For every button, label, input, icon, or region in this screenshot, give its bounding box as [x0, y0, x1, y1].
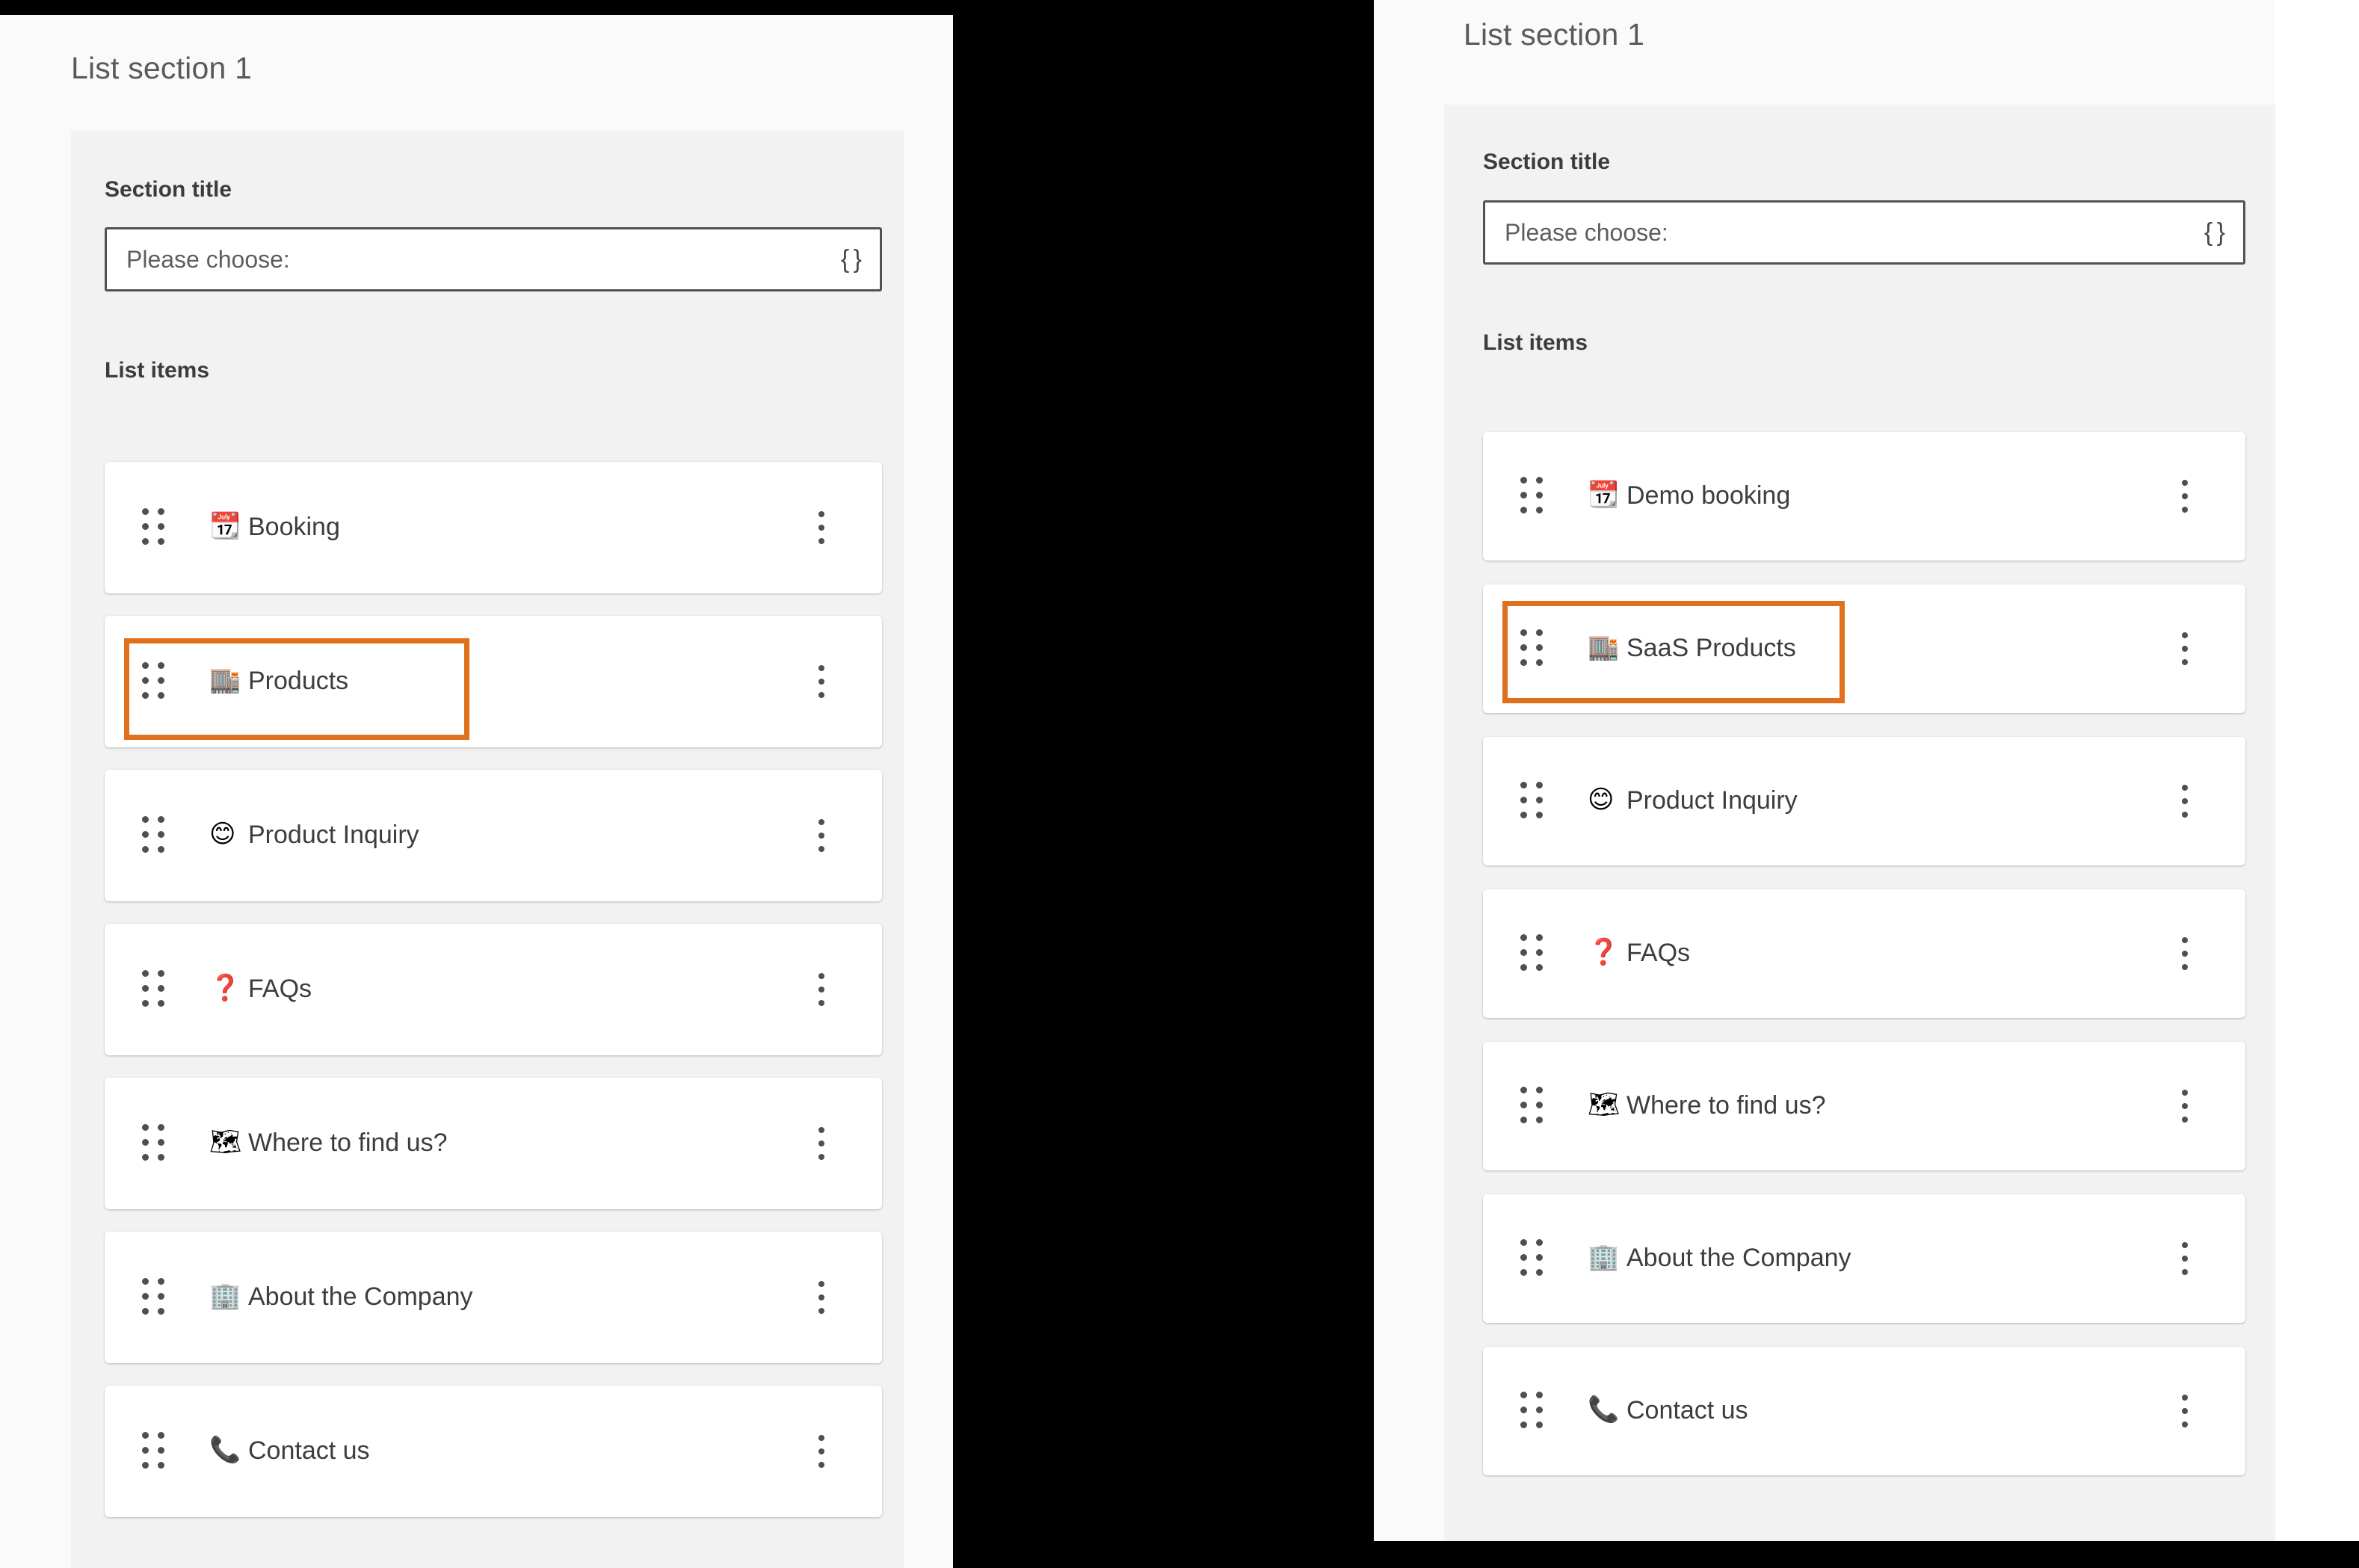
right-panel: List section 1 Section title Please choo… — [1374, 0, 2359, 1541]
more-options-icon[interactable] — [2182, 1395, 2188, 1427]
page-title: List section 1 — [1464, 17, 1645, 52]
list-item-label: Product Inquiry — [248, 821, 419, 849]
list-items-label: List items — [105, 358, 210, 383]
section-title-select[interactable]: Please choose: { } — [1483, 200, 2245, 265]
list-items-container: 📆 Booking 🏬 Products 😊 Product Inquiry ❓ FAQs 🗺 W… — [105, 462, 882, 1540]
section-title-select-placeholder: Please choose: — [126, 245, 290, 273]
list-item[interactable]: 🏬 Products — [105, 616, 882, 747]
list-items-container: 📆 Demo booking 🏬 SaaS Products 😊 Product Inqu… — [1483, 432, 2245, 1499]
list-item[interactable]: 🏢 About the Company — [1483, 1194, 2245, 1323]
list-item[interactable]: 📆 Demo booking — [1483, 432, 2245, 561]
drag-handle-icon[interactable] — [142, 1123, 164, 1161]
drag-handle-icon[interactable] — [1520, 1238, 1543, 1276]
more-options-icon[interactable] — [818, 819, 824, 852]
left-panel: List section 1 Section title Please choo… — [0, 15, 953, 1568]
drag-handle-icon[interactable] — [142, 969, 164, 1007]
more-options-icon[interactable] — [2182, 1242, 2188, 1275]
list-item-label: About the Company — [1626, 1244, 1851, 1272]
screenshot-root: List section 1 Section title Please choo… — [0, 0, 2359, 1568]
telephone-receiver-icon: 📞 — [1588, 1395, 1620, 1425]
list-item[interactable]: 🏬 SaaS Products — [1483, 584, 2245, 713]
drag-handle-icon[interactable] — [142, 815, 164, 853]
question-mark-icon: ❓ — [1588, 937, 1620, 967]
list-item[interactable]: ❓ FAQs — [105, 924, 882, 1055]
department-store-icon: 🏬 — [1588, 632, 1620, 662]
right-panel-inner: List section 1 Section title Please choo… — [1374, 0, 2275, 1541]
office-building-icon: 🏢 — [209, 1281, 241, 1311]
more-options-icon[interactable] — [818, 1281, 824, 1314]
list-item-label: SaaS Products — [1626, 634, 1796, 662]
page-title: List section 1 — [71, 51, 253, 85]
smiling-face-icon: 😊 — [1588, 785, 1615, 815]
drag-handle-icon[interactable] — [1520, 629, 1543, 666]
list-item[interactable]: 🗺 Where to find us? — [105, 1078, 882, 1209]
tear-off-calendar-icon: 📆 — [209, 511, 241, 541]
list-item-label: Product Inquiry — [1626, 786, 1798, 815]
curly-braces-icon[interactable]: { } — [841, 245, 862, 274]
list-item-label: Demo booking — [1626, 481, 1791, 510]
list-item[interactable]: 🏢 About the Company — [105, 1232, 882, 1363]
curly-braces-icon[interactable]: { } — [2204, 218, 2225, 247]
list-item-label: FAQs — [1626, 939, 1691, 967]
list-item-label: About the Company — [248, 1283, 473, 1311]
section-title-label: Section title — [105, 177, 232, 202]
list-item-label: Booking — [248, 513, 340, 541]
more-options-icon[interactable] — [2182, 1090, 2188, 1123]
list-item[interactable]: 😊 Product Inquiry — [1483, 737, 2245, 865]
drag-handle-icon[interactable] — [1520, 933, 1543, 971]
drag-handle-icon[interactable] — [142, 507, 164, 545]
drag-handle-icon[interactable] — [142, 1431, 164, 1469]
section-title-select[interactable]: Please choose: { } — [105, 227, 882, 291]
world-map-icon: 🗺 — [209, 1127, 242, 1157]
drag-handle-icon[interactable] — [142, 1277, 164, 1315]
more-options-icon[interactable] — [2182, 785, 2188, 818]
telephone-receiver-icon: 📞 — [209, 1435, 241, 1465]
more-options-icon[interactable] — [2182, 937, 2188, 970]
more-options-icon[interactable] — [818, 1127, 824, 1160]
more-options-icon[interactable] — [818, 973, 824, 1006]
list-item-label: FAQs — [248, 975, 312, 1003]
drag-handle-icon[interactable] — [1520, 1391, 1543, 1428]
smiling-face-icon: 😊 — [209, 819, 236, 849]
department-store-icon: 🏬 — [209, 665, 241, 695]
section-title-label: Section title — [1483, 149, 1611, 174]
more-options-icon[interactable] — [818, 511, 824, 544]
drag-handle-icon[interactable] — [1520, 476, 1543, 513]
list-item-label: Products — [248, 667, 349, 695]
more-options-icon[interactable] — [818, 665, 824, 698]
more-options-icon[interactable] — [818, 1435, 824, 1468]
drag-handle-icon[interactable] — [1520, 1086, 1543, 1123]
list-item[interactable]: 😊 Product Inquiry — [105, 770, 882, 901]
list-item[interactable]: ❓ FAQs — [1483, 889, 2245, 1018]
list-item-label: Contact us — [248, 1436, 370, 1465]
more-options-icon[interactable] — [2182, 632, 2188, 665]
list-item[interactable]: 🗺 Where to find us? — [1483, 1042, 2245, 1170]
list-item[interactable]: 📞 Contact us — [1483, 1347, 2245, 1475]
list-item[interactable]: 📆 Booking — [105, 462, 882, 593]
list-item-label: Where to find us? — [1626, 1091, 1826, 1120]
office-building-icon: 🏢 — [1588, 1242, 1620, 1272]
drag-handle-icon[interactable] — [142, 661, 164, 699]
question-mark-icon: ❓ — [209, 973, 241, 1003]
world-map-icon: 🗺 — [1588, 1090, 1621, 1120]
list-item-label: Where to find us? — [248, 1129, 448, 1157]
more-options-icon[interactable] — [2182, 480, 2188, 513]
list-item[interactable]: 📞 Contact us — [105, 1386, 882, 1517]
list-item-label: Contact us — [1626, 1396, 1748, 1425]
tear-off-calendar-icon: 📆 — [1588, 480, 1620, 510]
drag-handle-icon[interactable] — [1520, 781, 1543, 818]
list-items-label: List items — [1483, 330, 1588, 355]
section-title-select-placeholder: Please choose: — [1505, 218, 1668, 246]
